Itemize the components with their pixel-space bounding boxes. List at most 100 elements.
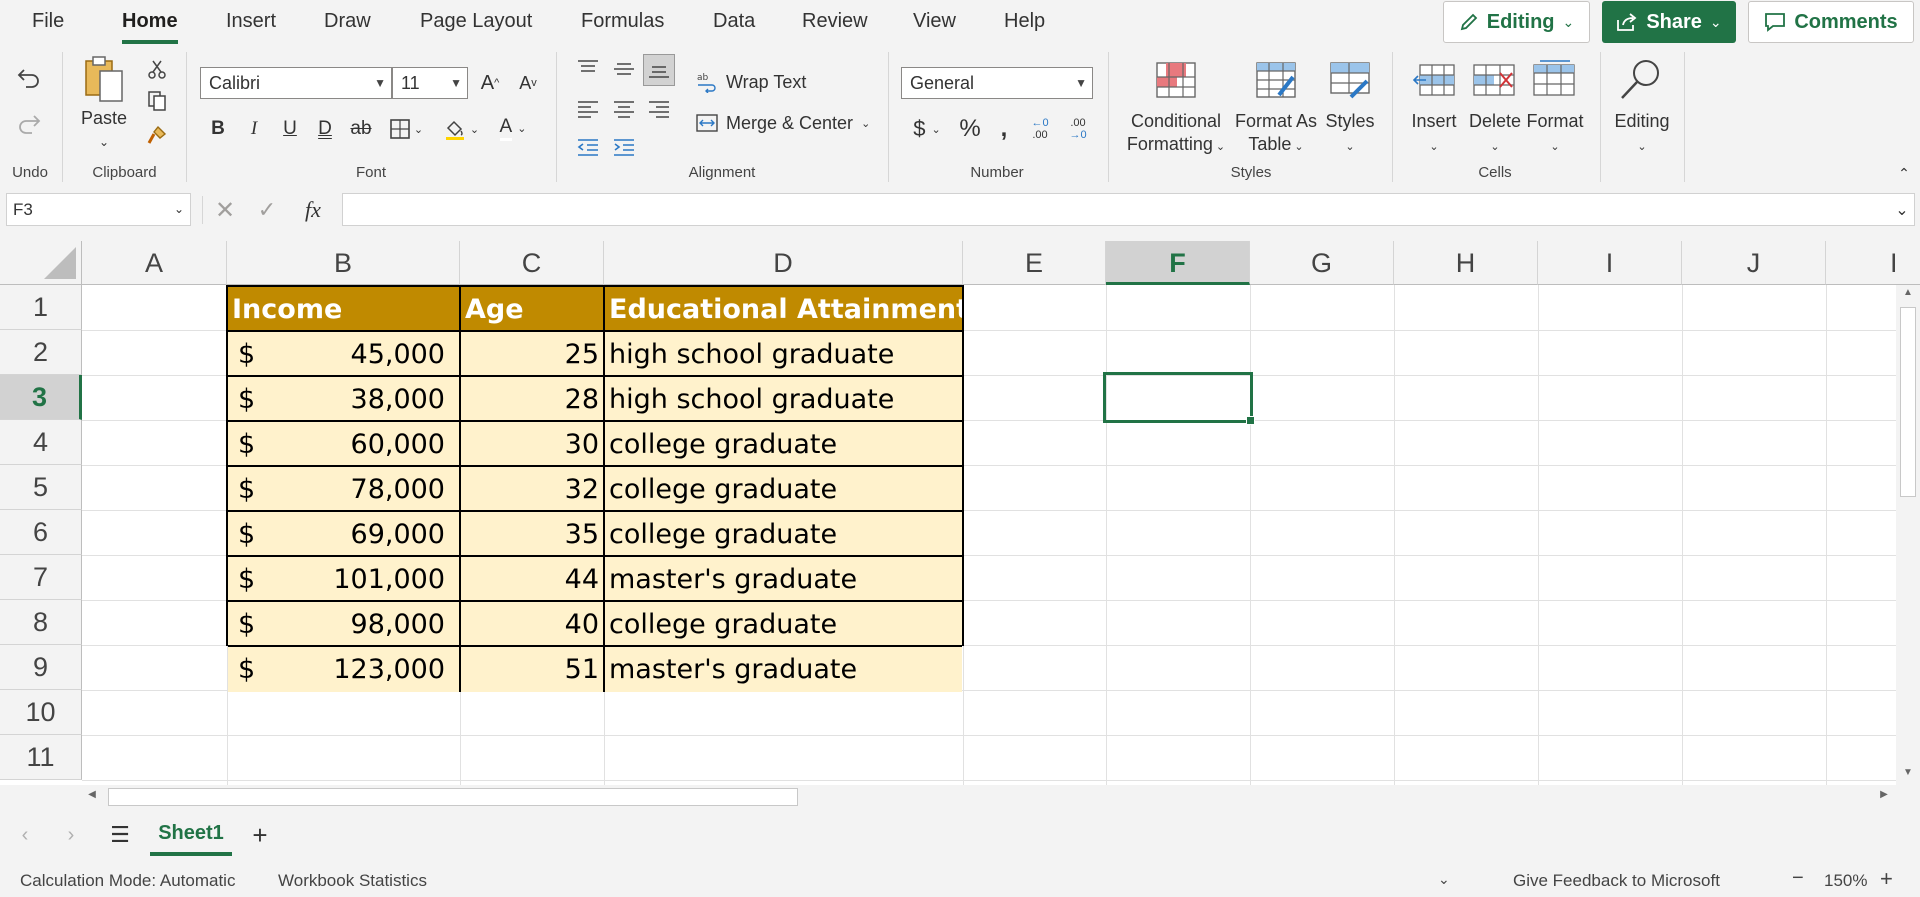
expand-formula-bar-button[interactable]: ⌄	[1890, 198, 1914, 222]
row-header-9[interactable]: 9	[0, 645, 82, 690]
column-header-i[interactable]: I	[1538, 241, 1682, 285]
age-cell[interactable]: 40	[461, 602, 605, 647]
insert-cells-button[interactable]: Insert ⌄	[1404, 110, 1464, 159]
income-cell[interactable]: $38,000	[228, 377, 461, 422]
bottom-align-button[interactable]	[643, 54, 675, 86]
cell-styles-icon-button[interactable]	[1326, 60, 1374, 100]
workbook-statistics-button[interactable]: Workbook Statistics	[278, 871, 427, 891]
comments-button[interactable]: Comments	[1748, 1, 1914, 43]
tab-draw[interactable]: Draw	[324, 8, 371, 38]
header-cell-education[interactable]: Educational Attainment	[605, 287, 962, 332]
header-cell-age[interactable]: Age	[461, 287, 605, 332]
scroll-down-arrow-icon[interactable]: ▼	[1900, 767, 1916, 783]
cut-button[interactable]	[144, 56, 170, 82]
comma-style-button[interactable]: ,	[992, 114, 1016, 144]
align-left-button[interactable]	[574, 96, 602, 122]
zoom-out-button[interactable]: −	[1792, 867, 1804, 890]
row-header-1[interactable]: 1	[0, 285, 82, 330]
align-right-button[interactable]	[645, 96, 673, 122]
insert-function-button[interactable]: fx	[300, 196, 326, 224]
education-cell[interactable]: master's graduate	[605, 557, 962, 602]
horizontal-scroll-thumb[interactable]	[108, 788, 798, 806]
income-cell[interactable]: $123,000	[228, 647, 461, 692]
cell-styles-button[interactable]: Styles ⌄	[1320, 110, 1380, 159]
decrease-decimal-button[interactable]: .00 →0	[1062, 112, 1094, 146]
share-button[interactable]: Share ⌄	[1602, 1, 1736, 43]
age-cell[interactable]: 44	[461, 557, 605, 602]
increase-font-size-button[interactable]: A ^	[476, 68, 504, 98]
next-sheet-button[interactable]: ›	[60, 822, 82, 848]
format-as-table-icon-button[interactable]	[1252, 60, 1300, 100]
column-header-d[interactable]: D	[604, 241, 963, 285]
editing-mode-button[interactable]: Editing ⌄	[1443, 1, 1590, 43]
sheet-tab-sheet1[interactable]: Sheet1	[150, 814, 232, 856]
undo-button[interactable]	[14, 64, 44, 94]
increase-indent-button[interactable]	[610, 134, 638, 160]
education-cell[interactable]: college graduate	[605, 467, 962, 512]
row-header-10[interactable]: 10	[0, 690, 82, 735]
row-header-8[interactable]: 8	[0, 600, 82, 645]
row-header-11[interactable]: 11	[0, 735, 82, 780]
increase-decimal-button[interactable]: ←0.00	[1024, 112, 1056, 146]
scroll-left-arrow-icon[interactable]: ◀	[84, 789, 100, 805]
tab-insert[interactable]: Insert	[226, 8, 276, 38]
font-name-select[interactable]: Calibri ▼	[200, 67, 392, 99]
paste-icon-button[interactable]	[80, 54, 128, 104]
scroll-up-arrow-icon[interactable]: ▲	[1900, 287, 1916, 303]
education-cell[interactable]: college graduate	[605, 422, 962, 467]
age-cell[interactable]: 32	[461, 467, 605, 512]
confirm-entry-button[interactable]: ✓	[254, 196, 280, 224]
chevron-down-icon[interactable]: ⌄	[76, 131, 132, 154]
all-sheets-button[interactable]: ☰	[106, 822, 134, 848]
income-cell[interactable]: $69,000	[228, 512, 461, 557]
column-header-f[interactable]: F	[1106, 241, 1250, 285]
strikethrough-button[interactable]: ab	[348, 114, 374, 144]
decrease-indent-button[interactable]	[574, 134, 602, 160]
column-header-e[interactable]: E	[963, 241, 1106, 285]
bold-button[interactable]: B	[206, 114, 230, 144]
find-search-icon-button[interactable]	[1616, 56, 1666, 104]
column-header-k[interactable]: I	[1826, 241, 1920, 285]
zoom-in-button[interactable]: +	[1880, 866, 1893, 892]
vertical-scrollbar[interactable]: ▲ ▼	[1896, 285, 1920, 785]
column-header-j[interactable]: J	[1682, 241, 1826, 285]
delete-cells-button[interactable]: Delete ⌄	[1464, 110, 1526, 159]
row-header-6[interactable]: 6	[0, 510, 82, 555]
calculation-mode-status[interactable]: Calculation Mode: Automatic	[20, 871, 235, 891]
cancel-entry-button[interactable]: ✕	[212, 196, 238, 224]
column-header-g[interactable]: G	[1250, 241, 1394, 285]
format-painter-button[interactable]	[144, 122, 170, 148]
row-header-2[interactable]: 2	[0, 330, 82, 375]
age-cell[interactable]: 28	[461, 377, 605, 422]
insert-cells-icon-button[interactable]	[1410, 60, 1458, 100]
scroll-right-arrow-icon[interactable]: ▶	[1876, 789, 1892, 805]
tab-review[interactable]: Review	[802, 8, 868, 38]
column-header-c[interactable]: C	[460, 241, 604, 285]
zoom-level[interactable]: 150%	[1824, 871, 1867, 891]
accounting-format-button[interactable]: $ ⌄	[906, 114, 948, 144]
tab-formulas[interactable]: Formulas	[581, 8, 664, 38]
borders-button[interactable]: ⌄	[384, 114, 428, 144]
redo-button[interactable]	[14, 110, 44, 140]
income-cell[interactable]: $98,000	[228, 602, 461, 647]
income-cell[interactable]: $60,000	[228, 422, 461, 467]
income-cell[interactable]: $45,000	[228, 332, 461, 377]
conditional-formatting-button[interactable]: Conditional Formatting ⌄	[1124, 110, 1228, 159]
collapse-ribbon-button[interactable]: ⌃	[1894, 164, 1914, 182]
column-header-h[interactable]: H	[1394, 241, 1538, 285]
education-cell[interactable]: high school graduate	[605, 332, 962, 377]
worksheet-grid[interactable]: A B C D E F G H I J I 1 2 3 4 5 6 7 8 9 …	[0, 241, 1920, 785]
tab-page-layout[interactable]: Page Layout	[420, 8, 532, 38]
vertical-scroll-thumb[interactable]	[1900, 307, 1916, 497]
tab-file[interactable]: File	[32, 8, 64, 38]
double-underline-button[interactable]: D	[313, 114, 337, 144]
active-cell-f3[interactable]	[1103, 372, 1255, 425]
education-cell[interactable]: college graduate	[605, 602, 962, 647]
percent-style-button[interactable]: %	[955, 114, 985, 144]
income-cell[interactable]: $78,000	[228, 467, 461, 512]
income-cell[interactable]: $101,000	[228, 557, 461, 602]
underline-button[interactable]: U	[278, 114, 302, 144]
copy-button[interactable]	[144, 88, 170, 114]
tab-view[interactable]: View	[913, 8, 956, 38]
education-cell[interactable]: college graduate	[605, 512, 962, 557]
